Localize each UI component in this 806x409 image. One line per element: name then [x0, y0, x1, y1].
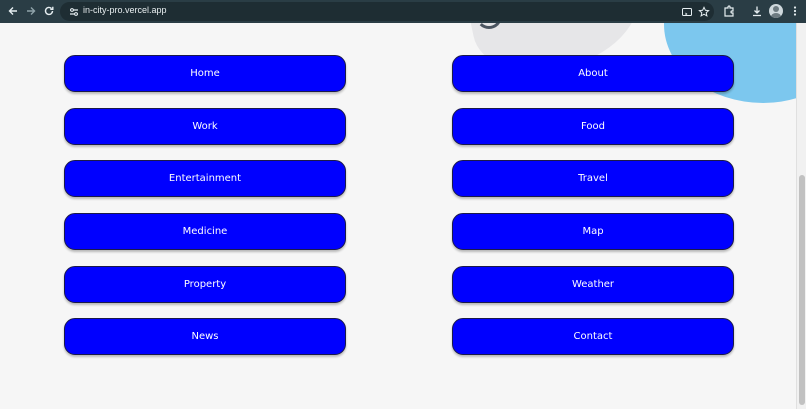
- travel-button[interactable]: Travel: [452, 160, 734, 197]
- home-button[interactable]: Home: [64, 55, 346, 92]
- news-button[interactable]: News: [64, 318, 346, 355]
- bookmark-star-icon[interactable]: [697, 5, 711, 19]
- property-button[interactable]: Property: [64, 266, 346, 303]
- page-scrollbar[interactable]: [796, 23, 806, 409]
- map-button[interactable]: Map: [452, 213, 734, 250]
- medicine-button[interactable]: Medicine: [64, 213, 346, 250]
- reload-icon[interactable]: [42, 4, 56, 18]
- address-bar[interactable]: in-city-pro.vercel.app: [60, 2, 714, 21]
- back-arrow-icon[interactable]: [6, 4, 20, 18]
- cast-icon[interactable]: [680, 5, 694, 19]
- forward-arrow-icon[interactable]: [24, 4, 38, 18]
- entertainment-button[interactable]: Entertainment: [64, 160, 346, 197]
- url-text[interactable]: in-city-pro.vercel.app: [83, 5, 167, 15]
- work-button[interactable]: Work: [64, 108, 346, 145]
- about-button[interactable]: About: [452, 55, 734, 92]
- scrollbar-thumb[interactable]: [799, 175, 805, 405]
- food-button[interactable]: Food: [452, 108, 734, 145]
- weather-button[interactable]: Weather: [452, 266, 734, 303]
- download-icon[interactable]: [750, 4, 764, 18]
- browser-toolbar: in-city-pro.vercel.app: [0, 0, 806, 23]
- profile-avatar-icon[interactable]: [769, 4, 783, 18]
- site-settings-icon[interactable]: [67, 5, 81, 19]
- page-content: Home Work Entertainment Medicine Propert…: [0, 23, 796, 409]
- more-menu-icon[interactable]: [788, 4, 802, 18]
- extensions-icon[interactable]: [722, 4, 736, 18]
- contact-button[interactable]: Contact: [452, 318, 734, 355]
